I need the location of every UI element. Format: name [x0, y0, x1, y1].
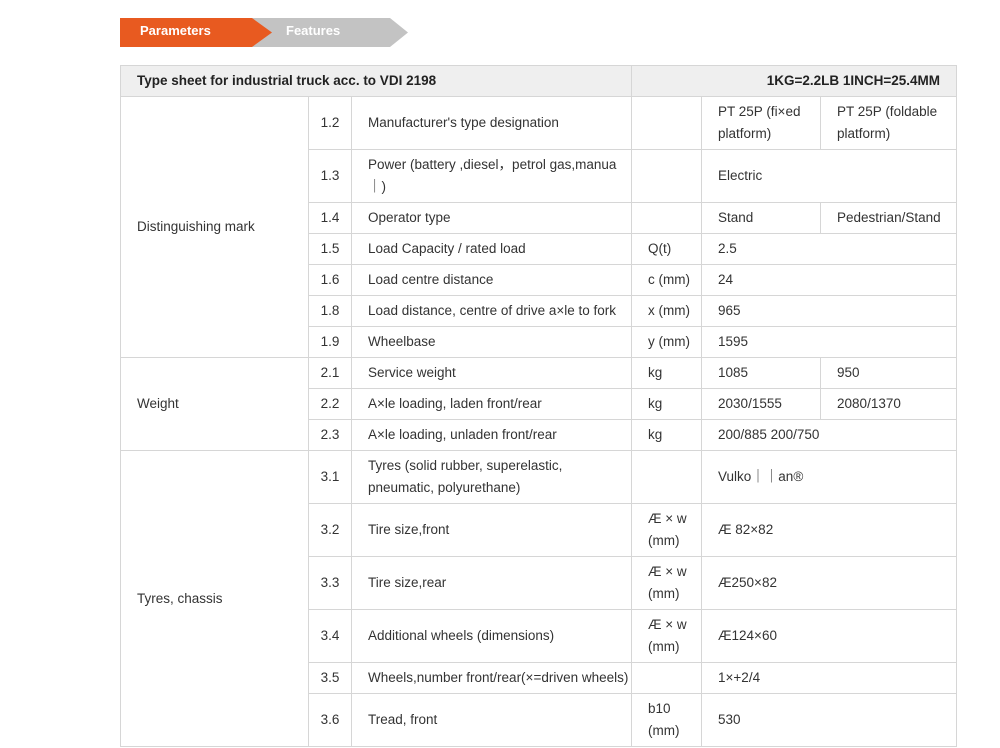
row-value: 2030/1555 — [701, 388, 822, 420]
spec-tabs: Features Parameters — [120, 18, 420, 47]
row-unit: kg — [631, 357, 703, 389]
row-value: Æ 82×82 — [701, 503, 958, 557]
row-label: Wheelbase — [350, 326, 633, 358]
row-label: Operator type — [350, 202, 633, 234]
row-value: 965 — [701, 295, 958, 327]
row-number: 3.3 — [308, 556, 352, 610]
row-label: Tread, front — [350, 693, 633, 747]
row-label: Wheels,number front/rear(×=driven wheels… — [350, 662, 633, 694]
table-row: Tyres, chassis 3.1 Tyres (solid rubber, … — [120, 450, 958, 747]
row-unit — [631, 202, 703, 234]
row-number: 3.5 — [308, 662, 352, 694]
tab-parameters[interactable]: Parameters — [120, 18, 272, 47]
row-number: 3.2 — [308, 503, 352, 557]
row-value-2: 2080/1370 — [820, 388, 958, 420]
row-unit: Q(t) — [631, 233, 703, 265]
row-label: Power (battery ,diesel，petrol gas,manua｜… — [350, 149, 633, 203]
tab-features-label: Features — [286, 23, 341, 38]
row-unit — [631, 662, 703, 694]
table-row: Weight 2.1 Service weight kg 1085 950 — [120, 357, 958, 451]
table-title: Type sheet for industrial truck acc. to … — [119, 65, 633, 97]
row-label: Tire size,front — [350, 503, 633, 557]
row-unit: kg — [631, 419, 703, 451]
row-value: 1595 — [701, 326, 958, 358]
row-number: 1.5 — [308, 233, 352, 265]
row-number: 1.8 — [308, 295, 352, 327]
row-value: 1085 — [701, 357, 822, 389]
row-value: 200/885 200/750 — [701, 419, 958, 451]
row-value-2: 950 — [820, 357, 958, 389]
row-number: 3.6 — [308, 693, 352, 747]
row-value: Stand — [701, 202, 822, 234]
row-value: Æ250×82 — [701, 556, 958, 610]
row-value: PT 25P (fi×ed platform) — [701, 96, 822, 150]
row-number: 3.1 — [308, 450, 352, 504]
group-label: Tyres, chassis — [120, 450, 309, 747]
row-value: 2.5 — [701, 233, 958, 265]
row-label: A×le loading, unladen front/rear — [350, 419, 633, 451]
row-value: Vulko｜｜an® — [701, 450, 958, 504]
row-number: 1.3 — [308, 149, 352, 203]
row-number: 2.2 — [308, 388, 352, 420]
row-label: A×le loading, laden front/rear — [350, 388, 633, 420]
row-unit: Æ × w (mm) — [631, 556, 703, 610]
row-unit: kg — [631, 388, 703, 420]
row-label: Load centre distance — [350, 264, 633, 296]
row-label: Additional wheels (dimensions) — [350, 609, 633, 663]
row-number: 1.2 — [308, 96, 352, 150]
row-number: 1.6 — [308, 264, 352, 296]
table-header-row: Type sheet for industrial truck acc. to … — [119, 65, 958, 97]
unit-conversion: 1KG=2.2LB 1INCH=25.4MM — [631, 65, 958, 97]
table-row: Distinguishing mark 1.2 Manufacturer's t… — [120, 96, 958, 358]
row-value-2: Pedestrian/Stand — [820, 202, 958, 234]
tab-parameters-label: Parameters — [140, 23, 211, 38]
tab-features[interactable]: Features — [252, 18, 408, 47]
row-number: 1.4 — [308, 202, 352, 234]
row-unit — [631, 450, 703, 504]
row-value: 24 — [701, 264, 958, 296]
row-label: Tyres (solid rubber, superelastic, pneum… — [350, 450, 633, 504]
row-value: Æ124×60 — [701, 609, 958, 663]
row-number: 1.9 — [308, 326, 352, 358]
row-unit: Æ × w (mm) — [631, 609, 703, 663]
row-unit: c (mm) — [631, 264, 703, 296]
row-unit: b10 (mm) — [631, 693, 703, 747]
row-number: 3.4 — [308, 609, 352, 663]
row-label: Manufacturer's type designation — [350, 96, 633, 150]
row-unit: y (mm) — [631, 326, 703, 358]
group-label: Weight — [120, 357, 309, 451]
row-unit: Æ × w (mm) — [631, 503, 703, 557]
spec-table: Type sheet for industrial truck acc. to … — [119, 65, 958, 747]
row-label: Tire size,rear — [350, 556, 633, 610]
row-value: 530 — [701, 693, 958, 747]
row-label: Service weight — [350, 357, 633, 389]
row-unit — [631, 149, 703, 203]
row-number: 2.3 — [308, 419, 352, 451]
row-unit: x (mm) — [631, 295, 703, 327]
row-label: Load distance, centre of drive a×le to f… — [350, 295, 633, 327]
row-number: 2.1 — [308, 357, 352, 389]
row-unit — [631, 96, 703, 150]
row-value: Electric — [701, 149, 958, 203]
group-label: Distinguishing mark — [120, 96, 309, 358]
row-value: 1×+2/4 — [701, 662, 958, 694]
row-label: Load Capacity / rated load — [350, 233, 633, 265]
row-value-2: PT 25P (foldable platform) — [820, 96, 958, 150]
